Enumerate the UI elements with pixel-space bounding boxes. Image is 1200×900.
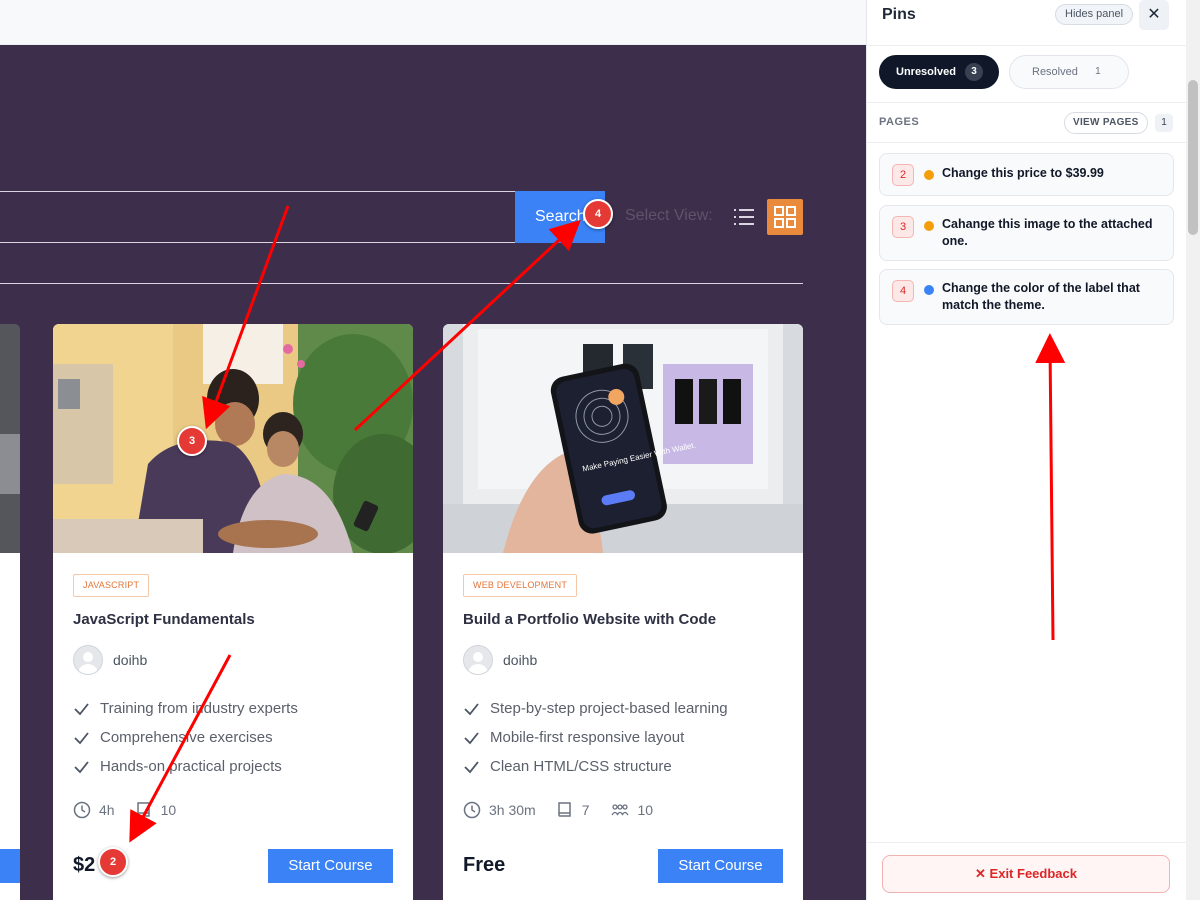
feature-text: Comprehensive exercises	[100, 729, 273, 746]
category-tag: WEB DEVELOPMENT	[463, 574, 578, 597]
panel-title: Pins	[882, 6, 916, 23]
top-bar	[0, 0, 866, 45]
tab-unresolved[interactable]: Unresolved 3	[879, 55, 999, 89]
pin-marker-2[interactable]: 2	[98, 847, 128, 877]
lesson-count: 10	[160, 802, 177, 818]
check-icon	[464, 732, 479, 745]
course-title[interactable]: JavaScript Fundamentals	[73, 611, 255, 628]
tab-label: Unresolved	[896, 66, 956, 78]
course-title[interactable]: Build a Portfolio Website with Code	[463, 611, 716, 628]
duration: 4h	[99, 802, 115, 818]
count-badge: 3	[964, 63, 983, 82]
view-pages-button[interactable]: VIEW PAGES	[1064, 112, 1148, 134]
pin-marker-3[interactable]: 3	[177, 426, 207, 456]
status-dot	[924, 170, 934, 180]
divider	[867, 842, 1187, 843]
check-icon	[464, 761, 479, 774]
feature-list: Training from industry experts Comprehen…	[73, 694, 298, 781]
student-count: 10	[637, 802, 654, 818]
course-author: doihb	[73, 645, 147, 675]
pin-comment: Cahange this image to the attached one.	[942, 217, 1153, 248]
pin-comment: Change this price to $39.99	[942, 166, 1104, 180]
course-page: Search Select View: JAVASCRIPT JavaScrip…	[0, 0, 866, 900]
course-price: Free	[463, 854, 506, 876]
tab-resolved[interactable]: Resolved 1	[1009, 55, 1129, 89]
pin-number: 4	[892, 280, 914, 302]
category-tag: JAVASCRIPT	[73, 574, 150, 597]
grid-view-icon[interactable]	[767, 199, 803, 235]
course-image	[0, 324, 20, 553]
avatar	[463, 645, 493, 675]
clock-icon	[73, 801, 91, 819]
book-icon	[136, 802, 150, 817]
clock-icon	[463, 801, 481, 819]
pin-list-item[interactable]: 4 Change the color of the label that mat…	[879, 269, 1174, 325]
scrollbar-thumb[interactable]	[1188, 80, 1198, 235]
course-image	[53, 324, 413, 553]
author-name: doihb	[113, 652, 148, 668]
close-icon[interactable]: ✕	[1139, 0, 1169, 30]
divider	[867, 102, 1187, 103]
list-item: Hands-on practical projects	[73, 752, 298, 781]
pin-number: 3	[892, 216, 914, 238]
course-card[interactable]: Make Paying Easier With Wallet. WEB DEVE…	[443, 324, 803, 900]
start-course-button[interactable]: Start Course	[658, 849, 783, 883]
exit-feedback-button[interactable]: ✕ Exit Feedback	[882, 855, 1170, 893]
check-icon	[74, 732, 89, 745]
start-course-button[interactable]: Start Course	[268, 849, 393, 883]
duration: 3h 30m	[489, 802, 536, 818]
status-dot	[924, 221, 934, 231]
feature-text: Hands-on practical projects	[100, 758, 282, 775]
course-card[interactable]: JAVASCRIPT JavaScript Fundamentals doihb…	[53, 324, 413, 900]
feature-text: Training from industry experts	[100, 700, 298, 717]
list-item: Clean HTML/CSS structure	[463, 752, 728, 781]
pin-number: 2	[892, 164, 914, 186]
pin-marker-4[interactable]: 4	[583, 199, 613, 229]
divider	[0, 283, 803, 284]
list-item: Training from industry experts	[73, 694, 298, 723]
course-image: Make Paying Easier With Wallet.	[443, 324, 803, 553]
scrollbar[interactable]	[1186, 0, 1200, 900]
tab-label: Resolved	[1032, 66, 1078, 78]
pin-list-item[interactable]: 2 Change this price to $39.99	[879, 153, 1174, 196]
list-view-icon[interactable]	[732, 206, 756, 228]
course-card-partial[interactable]	[0, 324, 20, 900]
list-item: Comprehensive exercises	[73, 723, 298, 752]
author-name: doihb	[503, 652, 538, 668]
select-view-label: Select View:	[625, 207, 713, 224]
course-meta: 4h 10	[73, 801, 188, 819]
course-author: doihb	[463, 645, 537, 675]
students-icon	[610, 804, 629, 816]
pin-list-item[interactable]: 3 Cahange this image to the attached one…	[879, 205, 1174, 261]
pages-count-badge: 1	[1155, 114, 1173, 132]
search-input[interactable]	[0, 191, 515, 243]
lesson-count: 7	[581, 802, 590, 818]
hide-panel-button[interactable]: Hides panel	[1055, 4, 1134, 25]
divider	[867, 142, 1187, 143]
course-meta: 3h 30m 7 10	[463, 801, 665, 819]
feature-text: Step-by-step project-based learning	[490, 700, 728, 717]
divider	[867, 45, 1187, 46]
list-item: Mobile-first responsive layout	[463, 723, 728, 752]
feature-text: Clean HTML/CSS structure	[490, 758, 672, 775]
list-item: Step-by-step project-based learning	[463, 694, 728, 723]
book-icon	[557, 802, 571, 817]
check-icon	[74, 761, 89, 774]
check-icon	[74, 703, 89, 716]
pages-heading: PAGES	[879, 116, 920, 128]
count-badge: 1	[1095, 66, 1101, 78]
pins-panel: Pins Hides panel ✕ Unresolved 3 Resolved…	[866, 0, 1187, 900]
feature-text: Mobile-first responsive layout	[490, 729, 685, 746]
close-icon: ✕	[975, 866, 986, 881]
feature-list: Step-by-step project-based learning Mobi…	[463, 694, 728, 781]
pin-comment: Change the color of the label that match…	[942, 281, 1140, 312]
check-icon	[464, 703, 479, 716]
exit-label: Exit Feedback	[989, 866, 1077, 881]
avatar	[73, 645, 103, 675]
start-course-button[interactable]	[0, 849, 20, 883]
status-dot	[924, 285, 934, 295]
